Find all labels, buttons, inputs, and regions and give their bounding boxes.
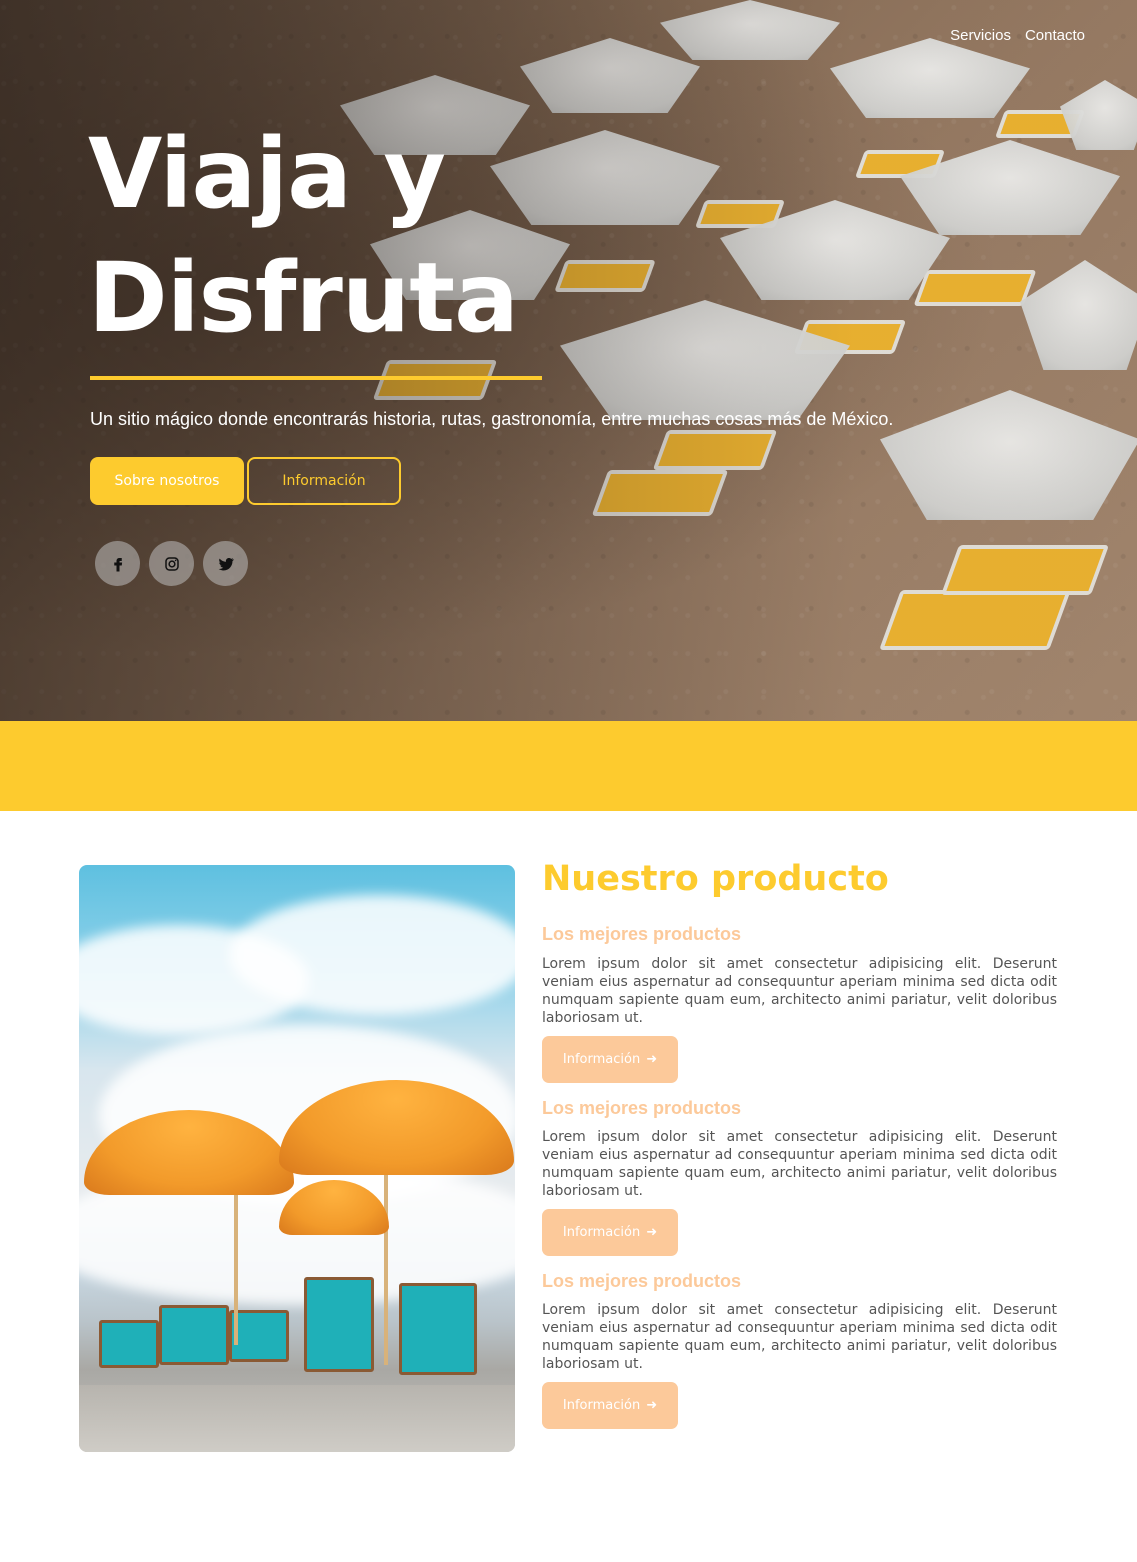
section-title: Nuestro producto — [542, 859, 889, 899]
yellow-band — [0, 721, 1137, 811]
about-us-button[interactable]: Sobre nosotros — [90, 457, 244, 505]
hero-title-line1: Viaja y — [88, 118, 446, 230]
hero-divider — [90, 376, 542, 380]
facebook-icon — [113, 557, 122, 571]
twitter-link[interactable] — [203, 541, 248, 586]
hero-section: Servicios Contacto Viaja y Disfruta Un s… — [0, 0, 1137, 721]
product-item-text: Lorem ipsum dolor sit amet consectetur a… — [542, 1302, 1057, 1372]
product-item-title: Los mejores productos — [542, 1271, 742, 1291]
hero-overlay — [0, 0, 1137, 721]
nav-link-contacto[interactable]: Contacto — [1025, 27, 1085, 44]
product-image — [79, 865, 515, 1452]
arrow-right-icon: ➜ — [646, 1225, 658, 1240]
product-item-text: Lorem ipsum dolor sit amet consectetur a… — [542, 956, 1057, 1026]
arrow-right-icon: ➜ — [646, 1052, 658, 1067]
product-info-button-label: Información — [562, 1398, 641, 1413]
product-item-text: Lorem ipsum dolor sit amet consectetur a… — [542, 1129, 1057, 1199]
orange-umbrella — [84, 1110, 294, 1195]
instagram-icon — [164, 556, 179, 571]
hero-subtitle: Un sitio mágico donde encontrarás histor… — [90, 409, 894, 429]
orange-umbrella — [279, 1080, 514, 1175]
info-button[interactable]: Información — [247, 457, 401, 505]
product-info-button[interactable]: Información ➜ — [542, 1382, 678, 1429]
product-info-button-label: Información — [562, 1225, 641, 1240]
top-nav: Servicios Contacto — [950, 27, 1085, 44]
instagram-link[interactable] — [149, 541, 194, 586]
hero-title: Viaja y Disfruta — [88, 112, 628, 360]
twitter-icon — [218, 557, 234, 570]
nav-link-servicios[interactable]: Servicios — [950, 27, 1011, 44]
product-info-button-label: Información — [562, 1052, 641, 1067]
product-item-title: Los mejores productos — [542, 1098, 742, 1118]
facebook-link[interactable] — [95, 541, 140, 586]
product-item-title: Los mejores productos — [542, 924, 742, 944]
product-info-button[interactable]: Información ➜ — [542, 1036, 678, 1083]
product-info-button[interactable]: Información ➜ — [542, 1209, 678, 1256]
arrow-right-icon: ➜ — [646, 1398, 658, 1413]
hero-title-line2: Disfruta — [88, 242, 519, 354]
orange-umbrella — [279, 1180, 389, 1235]
